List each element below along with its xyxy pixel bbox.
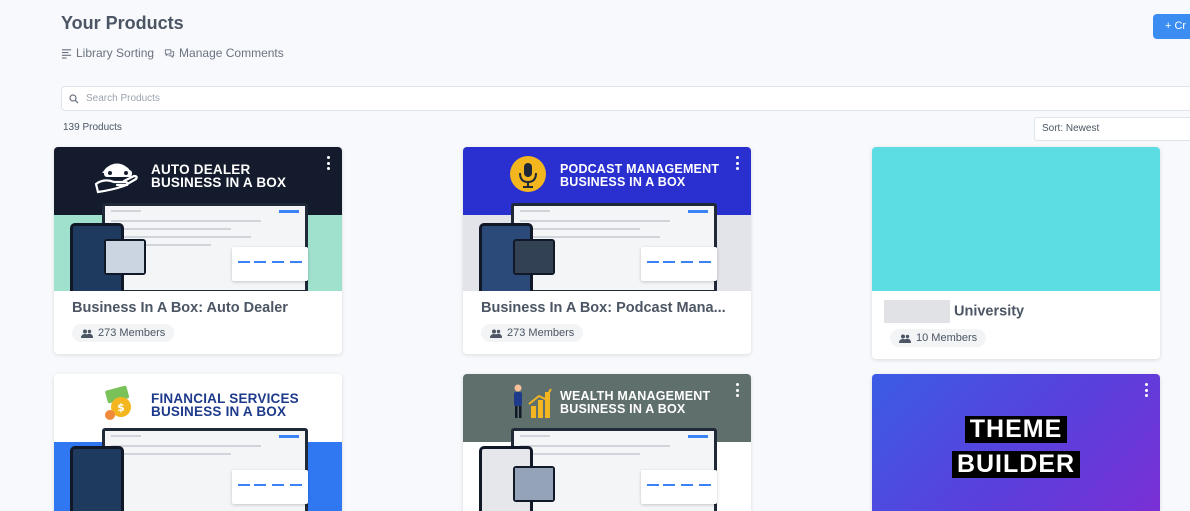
members-icon <box>81 329 93 338</box>
members-count: 10 Members <box>916 332 978 344</box>
comments-icon <box>164 48 175 58</box>
search-bar[interactable] <box>61 86 1190 111</box>
members-badge: 10 Members <box>890 329 987 347</box>
thumbnail-title: FINANCIAL SERVICES BUSINESS IN A BOX <box>151 392 299 419</box>
mockup-tablet <box>104 239 146 275</box>
members-icon <box>899 334 911 343</box>
product-card[interactable]: AUTO DEALER BUSINESS IN A BOX Business I… <box>54 147 342 354</box>
product-count: 139 Products <box>63 122 122 133</box>
sort-select[interactable]: Sort: Newest <box>1034 117 1190 141</box>
mockup-panel <box>641 470 717 504</box>
product-thumbnail[interactable]: PODCAST MANAGEMENT BUSINESS IN A BOX <box>463 147 751 291</box>
product-card[interactable]: $ FINANCIAL SERVICES BUSINESS IN A BOX <box>54 374 342 511</box>
thumbnail-line-2: BUSINESS IN A BOX <box>560 174 686 189</box>
manage-comments-label: Manage Comments <box>179 46 284 60</box>
card-menu-icon[interactable] <box>735 156 739 170</box>
microphone-icon <box>510 156 546 192</box>
product-thumbnail[interactable]: AUTO DEALER BUSINESS IN A BOX <box>54 147 342 291</box>
thumbnail-title: THEME BUILDER <box>872 416 1160 486</box>
product-thumbnail[interactable]: WEALTH MANAGEMENT BUSINESS IN A BOX <box>463 374 751 511</box>
product-card[interactable]: THEME BUILDER <box>872 374 1160 511</box>
money-icon: $ <box>105 385 131 420</box>
mockup-tablet <box>513 239 555 275</box>
thumbnail-line-2: BUSINESS IN A BOX <box>151 404 287 419</box>
library-sorting-label: Library Sorting <box>76 46 155 60</box>
mockup-tablet <box>513 466 555 502</box>
members-icon <box>490 329 502 338</box>
mockup-panel <box>232 470 308 504</box>
product-name[interactable]: Business In A Box: Auto Dealer <box>54 291 334 316</box>
product-card[interactable]: PODCAST MANAGEMENT BUSINESS IN A BOX Bus… <box>463 147 751 354</box>
card-menu-icon[interactable] <box>735 383 739 397</box>
redacted-text <box>884 300 950 323</box>
product-name[interactable]: Business In A Box: Podcast Mana... <box>463 291 743 316</box>
members-count: 273 Members <box>98 327 166 339</box>
search-input[interactable] <box>86 93 1086 104</box>
product-card[interactable]: University 10 Members <box>872 147 1160 359</box>
svg-text:$: $ <box>117 401 125 414</box>
car-hand-icon <box>94 163 138 194</box>
thumbnail-line-2: BUSINESS IN A BOX <box>151 175 287 190</box>
mockup-panel <box>641 247 717 281</box>
product-card[interactable]: WEALTH MANAGEMENT BUSINESS IN A BOX <box>463 374 751 511</box>
mockup-phone <box>70 446 124 511</box>
product-name[interactable]: University <box>872 291 1152 323</box>
members-count: 273 Members <box>507 327 575 339</box>
thumbnail-line-2: BUSINESS IN A BOX <box>560 401 686 416</box>
product-thumbnail[interactable]: THEME BUILDER <box>872 374 1160 511</box>
create-product-button[interactable]: + Cr <box>1153 14 1190 39</box>
product-thumbnail[interactable] <box>872 147 1160 291</box>
card-menu-icon[interactable] <box>1144 383 1148 397</box>
product-name-text: University <box>954 303 1025 320</box>
header-links: Library Sorting Manage Comments <box>61 46 284 60</box>
members-badge: 273 Members <box>481 324 584 342</box>
library-sorting-link[interactable]: Library Sorting <box>61 46 154 60</box>
thumbnail-line-1: WEALTH MANAGEMENT <box>560 389 711 403</box>
members-badge: 273 Members <box>72 324 175 342</box>
thumbnail-title: WEALTH MANAGEMENT BUSINESS IN A BOX <box>560 390 710 415</box>
thumbnail-line-1: PODCAST MANAGEMENT <box>560 162 720 176</box>
product-thumbnail[interactable]: $ FINANCIAL SERVICES BUSINESS IN A BOX <box>54 374 342 511</box>
search-icon <box>69 93 79 103</box>
card-menu-icon[interactable] <box>326 156 330 170</box>
sort-lines-icon <box>61 48 72 59</box>
page-title: Your Products <box>61 13 184 33</box>
mockup-panel <box>232 247 308 281</box>
thumbnail-line-1: THEME <box>964 416 1068 443</box>
manage-comments-link[interactable]: Manage Comments <box>164 46 284 60</box>
thumbnail-title: PODCAST MANAGEMENT BUSINESS IN A BOX <box>560 163 719 188</box>
growth-chart-icon <box>514 384 552 418</box>
thumbnail-title: AUTO DEALER BUSINESS IN A BOX <box>151 163 287 190</box>
thumbnail-line-2: BUILDER <box>951 451 1081 478</box>
